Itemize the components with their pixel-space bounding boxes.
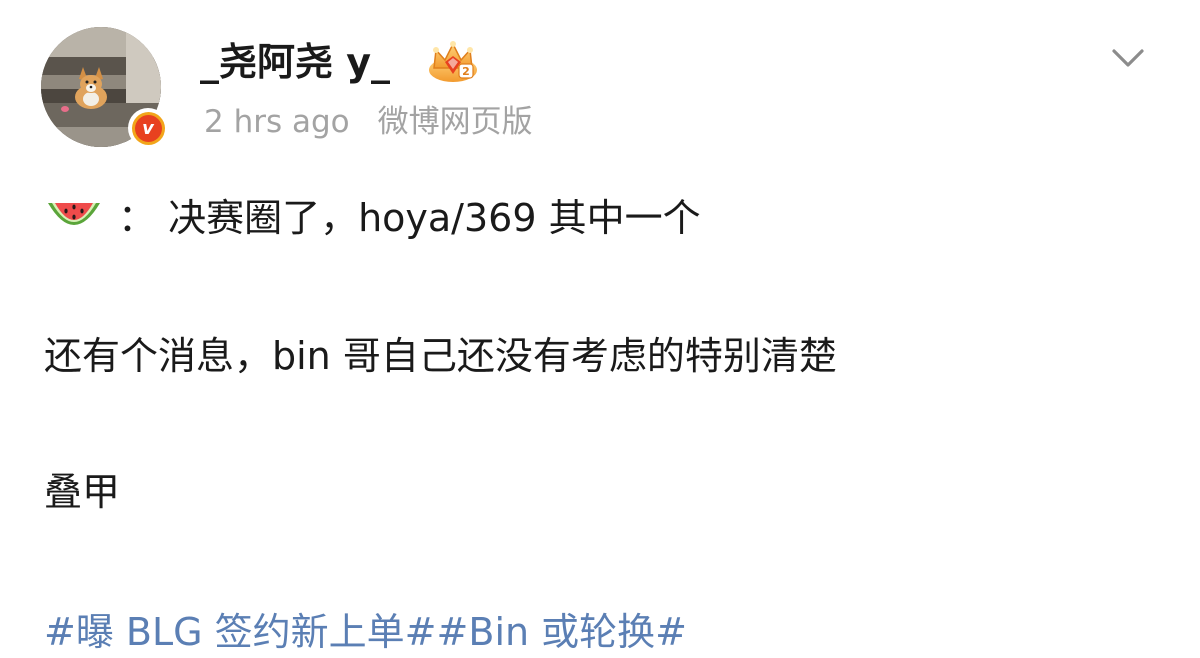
chevron-down-icon[interactable]: [1110, 42, 1146, 74]
crown-level-number: 2: [462, 65, 470, 78]
post-text-line-3: 叠甲: [44, 470, 121, 514]
hashtag-link-blg[interactable]: #曝 BLG 签约新上单#: [44, 610, 437, 654]
hashtags: #曝 BLG 签约新上单##Bin 或轮换#: [44, 606, 687, 658]
verified-v-badge-icon: v: [128, 108, 168, 148]
hashtag-link-bin[interactable]: #Bin 或轮换#: [437, 610, 687, 654]
username[interactable]: _尧阿尧 y_: [200, 36, 390, 88]
post-text-line-1: ： 决赛圈了，hoya/369 其中一个: [44, 192, 701, 244]
watermelon-icon: [48, 203, 100, 225]
post-text-line-2: 还有个消息，bin 哥自己还没有考虑的特别清楚: [44, 334, 837, 378]
post-meta: 2 hrs ago 微博网页版: [204, 100, 533, 144]
post-time: 2 hrs ago: [204, 104, 350, 140]
crown-level-icon: 2: [429, 41, 477, 82]
verified-badge-letter: v: [134, 114, 162, 142]
post-source[interactable]: 微博网页版: [378, 104, 533, 140]
weibo-post: v _尧阿尧 y_ 2 2 hrs ago 微博网页版 ： 决赛圈了，hoya/…: [0, 0, 1200, 657]
post-text-1: ： 决赛圈了，hoya/369 其中一个: [118, 196, 701, 240]
